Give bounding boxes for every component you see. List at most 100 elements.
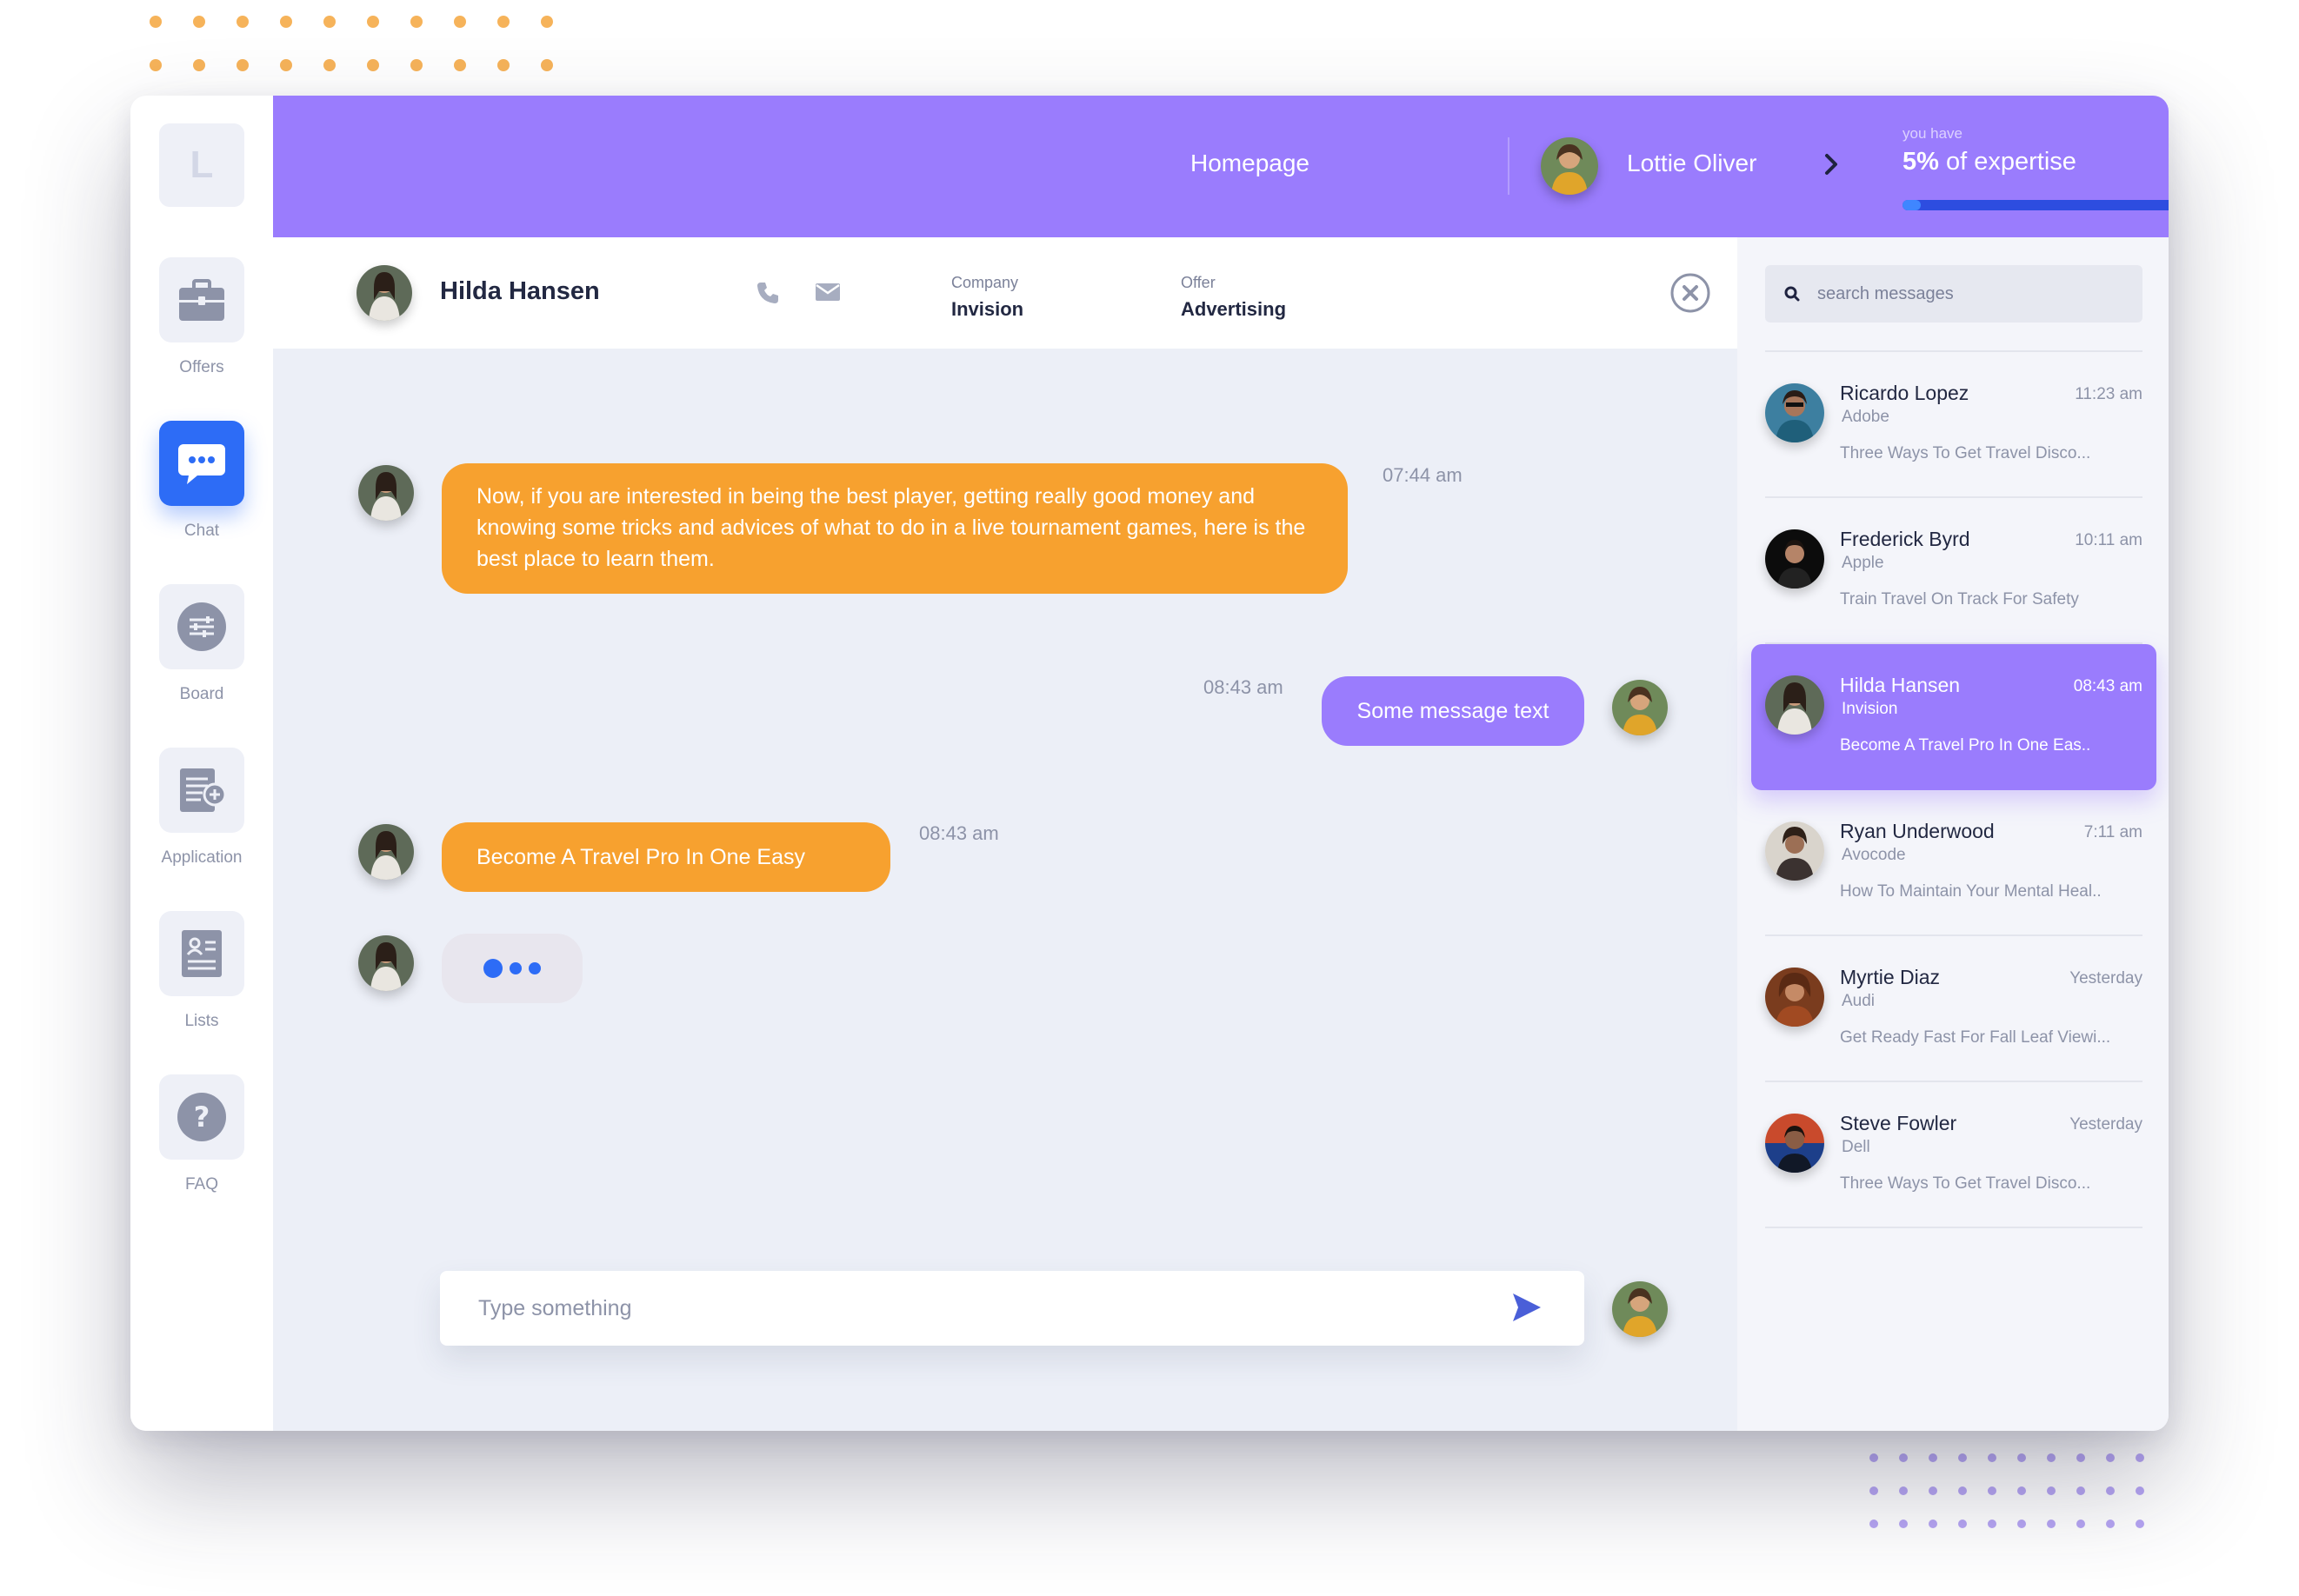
outgoing-message-bubble: Some message text <box>1322 676 1584 746</box>
conversation-item[interactable]: Ricardo Lopez Adobe 11:23 am Three Ways … <box>1765 352 2142 498</box>
decorative-dots-purple <box>1869 1453 2144 1528</box>
expertise-value: 5% of expertise <box>1903 148 2076 176</box>
expertise-percent: 5% <box>1903 148 1939 176</box>
top-header: Homepage Lottie Oliver you have 5% of ex… <box>273 96 2169 237</box>
conversation-time: 7:11 am <box>2083 823 2142 841</box>
conversation-time: 11:23 am <box>2075 385 2142 403</box>
search-input[interactable] <box>1817 265 2130 323</box>
nav-button-faq[interactable]: ? <box>159 1074 244 1160</box>
conversation-avatar <box>1765 1114 1824 1173</box>
message-time: 08:43 am <box>919 822 999 844</box>
nav-button-chat[interactable] <box>159 421 244 506</box>
conversation-name: Frederick Byrd <box>1840 528 1970 550</box>
conversation-company: Apple <box>1842 554 1884 572</box>
sender-avatar-photo <box>358 824 414 880</box>
homepage-link[interactable]: Homepage <box>1190 150 1309 177</box>
conversation-preview: How To Maintain Your Mental Heal.. <box>1840 882 2102 901</box>
sliders-icon <box>177 602 226 651</box>
conversation-item[interactable]: Myrtie Diaz Audi Yesterday Get Ready Fas… <box>1765 936 2142 1082</box>
conversation-preview: Train Travel On Track For Safety <box>1840 590 2079 608</box>
expertise-label: you have <box>1903 125 1962 142</box>
avatar-photo <box>1765 675 1824 735</box>
message-input[interactable] <box>478 1271 1487 1346</box>
nav-button-lists[interactable] <box>159 911 244 996</box>
own-avatar-photo <box>1612 1281 1668 1337</box>
header-divider <box>1508 137 1509 195</box>
expertise-suffix: of expertise <box>1938 148 2076 176</box>
svg-text:?: ? <box>194 1101 210 1134</box>
conversation-name: Hilda Hansen <box>1840 674 1961 696</box>
message-avatar <box>358 824 414 880</box>
sidebar-item-chat[interactable]: Chat <box>130 421 273 541</box>
contact-name: Hilda Hansen <box>440 277 600 305</box>
id-card-icon <box>182 930 222 977</box>
composer-avatar <box>1612 1281 1668 1337</box>
message-avatar <box>1612 680 1668 735</box>
sidebar-item-board[interactable]: Board <box>130 584 273 704</box>
conversations-panel: Ricardo Lopez Adobe 11:23 am Three Ways … <box>1737 237 2169 1431</box>
app-logo[interactable]: L <box>159 123 244 207</box>
sidebar: L Offers Chat Board Application Lists ? … <box>130 96 273 1431</box>
contact-avatar[interactable] <box>357 265 412 321</box>
conversation-preview: Three Ways To Get Travel Disco... <box>1840 444 2091 462</box>
sidebar-item-label: Offers <box>179 358 224 376</box>
conversation-avatar <box>1765 821 1824 881</box>
message-time: 07:44 am <box>1383 464 1463 486</box>
conversation-name: Steve Fowler <box>1840 1112 1957 1134</box>
conversation-name: Myrtie Diaz <box>1840 966 1941 988</box>
conversation-avatar <box>1765 529 1824 589</box>
conversation-time: Yesterday <box>2069 1115 2142 1134</box>
conversation-company: Invision <box>1842 700 1898 718</box>
conversation-preview: Three Ways To Get Travel Disco... <box>1840 1174 2091 1193</box>
user-avatar-photo <box>1541 137 1598 195</box>
conversation-item[interactable]: Ryan Underwood Avocode 7:11 am How To Ma… <box>1765 790 2142 936</box>
avatar-photo <box>1765 1114 1824 1173</box>
sidebar-item-label: Application <box>161 848 243 867</box>
typing-dot <box>529 962 541 974</box>
nav-button-offers[interactable] <box>159 257 244 342</box>
message-avatar <box>358 465 414 521</box>
conversation-company: Audi <box>1842 992 1876 1010</box>
sidebar-item-label: Lists <box>184 1012 219 1030</box>
conversation-item-active[interactable]: Hilda Hansen Invision 08:43 am Become A … <box>1751 644 2156 790</box>
user-name[interactable]: Lottie Oliver <box>1627 150 1756 177</box>
conversation-list: Ricardo Lopez Adobe 11:23 am Three Ways … <box>1751 350 2156 1228</box>
help-icon: ? <box>177 1093 226 1141</box>
search-box <box>1765 265 2142 323</box>
app-window: L Offers Chat Board Application Lists ? … <box>130 96 2169 1431</box>
offer-value: Advertising <box>1181 298 1287 320</box>
send-icon[interactable] <box>1511 1292 1543 1323</box>
chat-bubble-icon <box>178 444 225 484</box>
avatar-photo <box>1765 529 1824 589</box>
typing-dot <box>510 962 522 974</box>
conversation-avatar <box>1765 675 1824 735</box>
conversation-time: 08:43 am <box>2073 677 2142 695</box>
sidebar-item-lists[interactable]: Lists <box>130 911 273 1031</box>
conversation-item[interactable]: Frederick Byrd Apple 10:11 am Train Trav… <box>1765 498 2142 644</box>
conversation-company: Adobe <box>1842 408 1889 426</box>
conversation-avatar <box>1765 968 1824 1027</box>
sidebar-item-offers[interactable]: Offers <box>130 257 273 377</box>
chevron-right-icon[interactable] <box>1824 153 1838 176</box>
search-icon <box>1784 286 1800 302</box>
contact-bar: Hilda Hansen Company Invision Offer Adve… <box>273 237 1737 349</box>
conversation-time: 10:11 am <box>2075 531 2142 549</box>
conversation-name: Ryan Underwood <box>1840 820 1995 842</box>
conversation-time: Yesterday <box>2069 969 2142 988</box>
conversation-preview: Become A Travel Pro In One Eas.. <box>1840 736 2091 755</box>
conversation-item[interactable]: Steve Fowler Dell Yesterday Three Ways T… <box>1765 1082 2142 1228</box>
conversation-company: Avocode <box>1842 846 1906 864</box>
document-add-icon <box>180 768 227 812</box>
expertise-progress-bar <box>1903 200 2169 210</box>
mail-icon[interactable] <box>815 283 841 302</box>
nav-button-application[interactable] <box>159 748 244 833</box>
own-avatar-photo <box>1612 680 1668 735</box>
conversation-preview: Get Ready Fast For Fall Leaf Viewi... <box>1840 1028 2111 1047</box>
user-avatar[interactable] <box>1541 137 1598 195</box>
sidebar-item-faq[interactable]: ? FAQ <box>130 1074 273 1194</box>
phone-icon[interactable] <box>756 281 780 305</box>
sidebar-item-application[interactable]: Application <box>130 748 273 868</box>
nav-button-board[interactable] <box>159 584 244 669</box>
close-icon[interactable] <box>1669 272 1711 314</box>
company-value: Invision <box>951 298 1024 320</box>
